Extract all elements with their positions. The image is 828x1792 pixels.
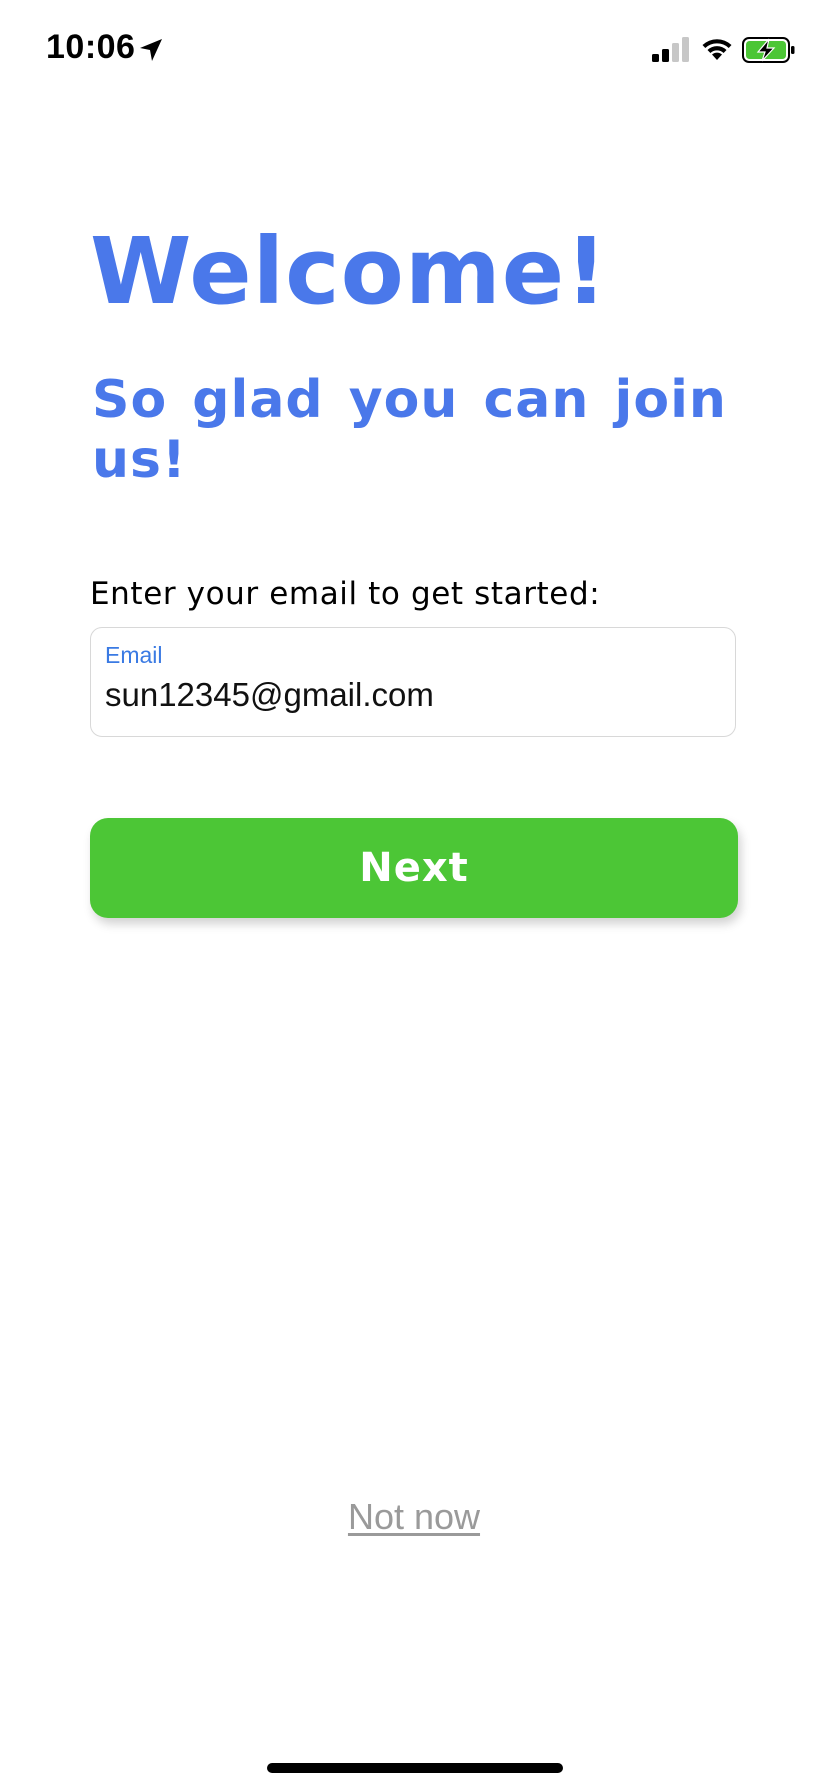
email-field-label: Email (105, 642, 163, 668)
next-button[interactable]: Next (90, 818, 738, 918)
wifi-icon (702, 39, 732, 60)
email-input[interactable] (103, 676, 717, 714)
not-now-link[interactable]: Not now (348, 1496, 480, 1537)
status-time: 10:06 (46, 28, 136, 66)
email-prompt: Enter your email to get started: (90, 576, 601, 612)
home-indicator[interactable] (267, 1763, 563, 1773)
not-now-container: Not now (0, 1496, 828, 1538)
email-field[interactable]: Email (90, 627, 736, 737)
cellular-signal-icon (652, 37, 689, 62)
status-bar: 10:06 (0, 0, 828, 100)
welcome-subtitle: So glad you can join us! (92, 370, 727, 490)
welcome-title: Welcome! (90, 218, 609, 325)
battery-charging-icon (742, 37, 795, 63)
location-arrow-icon (140, 39, 162, 61)
